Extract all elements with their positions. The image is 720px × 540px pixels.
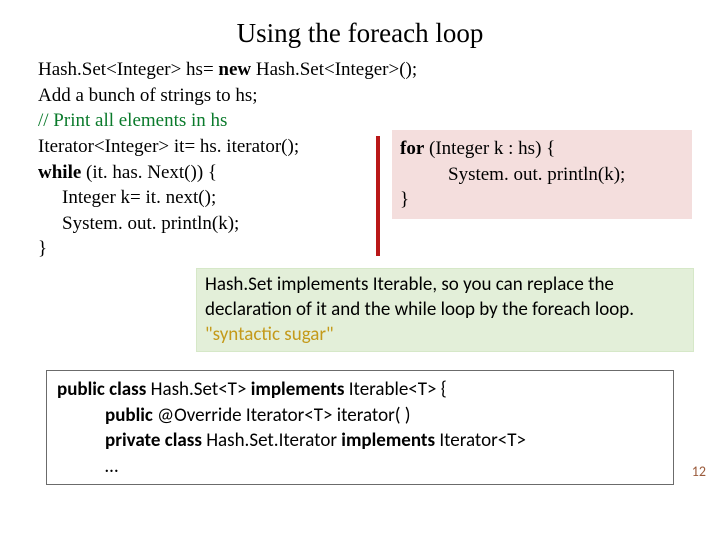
ellipsis: … [105,455,118,478]
kw-implements: implements [341,429,435,452]
code-line-6: Integer k= it. next(); [38,185,368,211]
code-text: Iterator<T> [435,429,526,452]
page-number: 12 [692,463,706,480]
iterator-code: Iterator<Integer> it= hs. iterator(); wh… [38,134,368,262]
note-text: implements [277,273,373,296]
slide: Using the foreach loop Hash.Set<Integer>… [0,0,720,540]
code-text: (it. has. Next()) { [81,162,217,183]
bottom-line-4: … [57,454,663,480]
code-text: Hash.Set.Iterator [206,429,341,452]
note-it: it [316,298,327,321]
note-text: and the while loop by the foreach loop. [327,298,634,321]
class-declaration-box: public class Hash.Set<T> implements Iter… [46,370,674,485]
code-line-5: while (it. has. Next()) { [38,160,368,186]
slide-title: Using the foreach loop [38,18,682,49]
code-line-7: System. out. println(k); [38,211,368,237]
foreach-line-1: for (Integer k : hs) { [400,136,684,162]
bottom-line-3: private class Hash.Set.Iterator implemen… [57,428,663,454]
foreach-line-3: } [400,187,684,213]
code-text: System. out. println(k); [62,213,239,234]
code-text: (Integer k : hs) { [424,138,555,159]
code-text: @Override Iterator<T> iterator( ) [157,404,410,427]
code-text: Integer k= it. next(); [62,187,216,208]
code-text: Iterable<T> { [344,378,446,401]
kw-implements: implements [251,378,345,401]
explanation-box: Hash.Set implements Iterable, so you can… [196,268,694,352]
vertical-divider [376,136,380,256]
code-line-2: Add a bunch of strings to hs; [38,83,682,109]
code-text: Hash.Set<Integer> hs= [38,59,218,80]
main-code: Hash.Set<Integer> hs= new Hash.Set<Integ… [38,57,682,352]
code-line-4: Iterator<Integer> it= hs. iterator(); [38,134,368,160]
kw-public-class: public class [57,378,151,401]
code-text: System. out. println(k); [448,164,625,185]
code-line-1: Hash.Set<Integer> hs= new Hash.Set<Integ… [38,57,682,83]
two-column-area: Iterator<Integer> it= hs. iterator(); wh… [38,134,682,262]
keyword-while: while [38,162,81,183]
keyword-for: for [400,138,424,159]
code-text: Hash.Set<T> [151,378,251,401]
code-text: Hash.Set<Integer>(); [251,59,417,80]
kw-public: public [105,404,157,427]
bottom-line-2: public @Override Iterator<T> iterator( ) [57,403,663,429]
foreach-line-2: System. out. println(k); [400,162,684,188]
bottom-line-1: public class Hash.Set<T> implements Iter… [57,377,663,403]
note-iterable: Iterable [373,273,433,296]
foreach-box: for (Integer k : hs) { System. out. prin… [392,130,692,219]
keyword-new: new [218,59,251,80]
note-sugar: "syntactic sugar" [205,323,334,346]
kw-private-class: private class [105,429,206,452]
code-line-8: } [38,236,368,262]
note-text: Hash.Set [205,273,277,296]
